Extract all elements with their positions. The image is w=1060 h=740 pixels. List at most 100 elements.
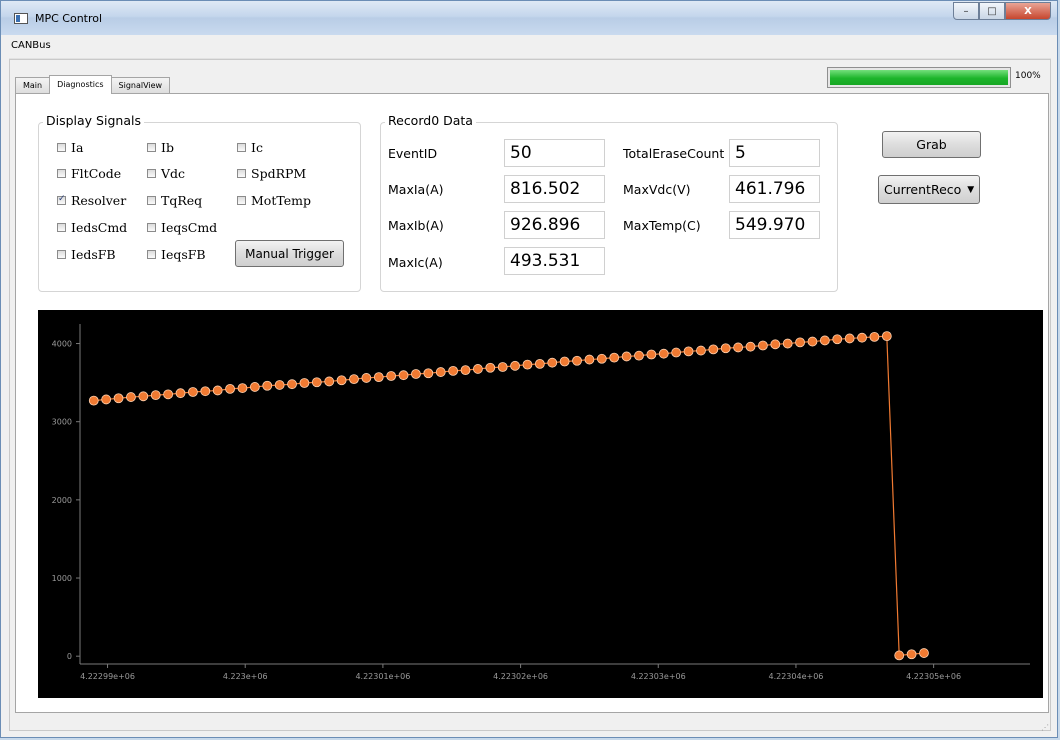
data-point xyxy=(423,368,434,379)
x-tick-label: 4.22299e+06 xyxy=(80,672,135,681)
checkbox-label: TqReq xyxy=(161,193,203,208)
resize-grip-icon[interactable]: ⋰ xyxy=(1041,723,1051,733)
checkbox-resolver[interactable]: Resolver xyxy=(57,193,126,208)
label-totalerasecount: TotalEraseCount xyxy=(623,146,725,161)
data-point xyxy=(646,349,657,360)
data-point xyxy=(101,394,112,405)
checkbox-box[interactable] xyxy=(147,169,156,178)
x-tick-label: 4.22302e+06 xyxy=(493,672,548,681)
title-bar[interactable]: MPC Control – □ X xyxy=(1,1,1057,35)
data-point xyxy=(88,395,99,406)
data-point xyxy=(274,380,285,390)
data-point xyxy=(349,374,359,385)
grab-button[interactable]: Grab xyxy=(882,131,981,158)
checkbox-box[interactable] xyxy=(237,143,246,152)
field-maxib[interactable]: 926.896 xyxy=(504,211,605,239)
field-maxtemp[interactable]: 549.970 xyxy=(729,211,820,239)
checkbox-ic[interactable]: Ic xyxy=(237,140,263,155)
x-tick-label: 4.22304e+06 xyxy=(768,672,823,681)
data-point xyxy=(163,389,174,400)
data-point xyxy=(671,347,682,358)
field-maxvdc[interactable]: 461.796 xyxy=(729,175,820,203)
checkbox-box[interactable] xyxy=(57,194,66,205)
checkbox-box[interactable] xyxy=(57,223,66,232)
checkbox-ib[interactable]: Ib xyxy=(147,140,174,155)
data-point xyxy=(150,390,161,401)
data-point xyxy=(262,380,273,391)
tab-signalview[interactable]: SignalView xyxy=(110,77,171,94)
checkbox-box[interactable] xyxy=(147,250,156,259)
checkbox-label: Ia xyxy=(71,140,84,155)
checkbox-ieqscmd[interactable]: IeqsCmd xyxy=(147,220,217,235)
data-point xyxy=(472,364,483,374)
close-button[interactable]: X xyxy=(1005,2,1051,20)
field-eventid[interactable]: 50 xyxy=(504,139,605,167)
maximize-button[interactable]: □ xyxy=(979,2,1005,20)
checkbox-mottemp[interactable]: MotTemp xyxy=(237,193,311,208)
y-tick-label: 4000 xyxy=(52,340,72,349)
manual-trigger-button[interactable]: Manual Trigger xyxy=(235,240,344,267)
checkbox-box[interactable] xyxy=(237,196,246,205)
data-point xyxy=(782,338,793,349)
checkbox-box[interactable] xyxy=(147,196,156,205)
data-point xyxy=(212,385,223,396)
data-point xyxy=(460,365,471,376)
data-point xyxy=(832,334,843,345)
checkbox-iedsfb[interactable]: IedsFB xyxy=(57,247,116,262)
checkbox-iedscmd[interactable]: IedsCmd xyxy=(57,220,127,235)
close-icon: X xyxy=(1024,5,1032,17)
checkbox-spdrpm[interactable]: SpdRPM xyxy=(237,166,306,181)
menu-canbus[interactable]: CANBus xyxy=(11,40,51,51)
checkbox-box[interactable] xyxy=(147,143,156,152)
checkbox-box[interactable] xyxy=(237,169,246,178)
data-point xyxy=(361,373,372,383)
tab-diagnostics[interactable]: Diagnostics xyxy=(49,75,112,94)
checkbox-label: Vdc xyxy=(161,166,186,181)
y-tick-label: 1000 xyxy=(52,574,72,583)
checkbox-box[interactable] xyxy=(147,223,156,232)
data-point xyxy=(596,353,607,364)
field-totalerasecount[interactable]: 5 xyxy=(729,139,820,167)
checkbox-box[interactable] xyxy=(57,250,66,259)
data-point xyxy=(869,331,880,342)
data-point xyxy=(497,362,508,372)
signal-plot[interactable]: 0 1000 2000 3000 4000 4.22299e+06 4.223e+06 4.2… xyxy=(38,310,1043,698)
checkbox-ia[interactable]: Ia xyxy=(57,140,83,155)
data-point xyxy=(683,346,694,357)
data-point xyxy=(534,358,545,369)
data-point xyxy=(510,360,520,371)
data-point xyxy=(572,355,582,366)
data-point xyxy=(733,342,744,353)
x-tick-label: 4.22303e+06 xyxy=(631,672,686,681)
app-icon xyxy=(14,13,28,24)
checkbox-label: IedsFB xyxy=(71,247,116,262)
x-tick-label: 4.22305e+06 xyxy=(906,672,961,681)
field-maxia[interactable]: 816.502 xyxy=(504,175,605,203)
checkbox-tqreq[interactable]: TqReq xyxy=(147,193,202,208)
checkbox-ieqsfb[interactable]: IeqsFB xyxy=(147,247,206,262)
data-point xyxy=(559,356,570,367)
record-select-dropdown[interactable]: CurrentReco ▼ xyxy=(878,175,980,204)
data-point xyxy=(857,332,867,343)
checkbox-box[interactable] xyxy=(57,169,66,178)
maximize-icon: □ xyxy=(987,5,997,17)
data-point xyxy=(696,345,706,356)
label-eventid: EventID xyxy=(388,146,438,161)
data-point xyxy=(634,350,644,361)
checkbox-fltcode[interactable]: FltCode xyxy=(57,166,121,181)
y-tick-label: 0 xyxy=(67,652,72,661)
tab-main[interactable]: Main xyxy=(15,77,51,94)
checkbox-label: Ic xyxy=(251,140,263,155)
checkbox-box[interactable] xyxy=(57,143,66,152)
window-title: MPC Control xyxy=(35,12,103,25)
label-maxic: MaxIc(A) xyxy=(388,255,443,270)
record-select-value: CurrentReco xyxy=(884,182,962,197)
field-maxic[interactable]: 493.531 xyxy=(504,247,605,275)
data-point xyxy=(187,387,198,397)
minimize-button[interactable]: – xyxy=(953,2,979,20)
checkbox-vdc[interactable]: Vdc xyxy=(147,166,185,181)
data-point xyxy=(324,376,335,387)
tab-bar: Main Diagnostics SignalView xyxy=(15,75,171,94)
data-point xyxy=(336,375,347,386)
data-point xyxy=(522,359,533,370)
